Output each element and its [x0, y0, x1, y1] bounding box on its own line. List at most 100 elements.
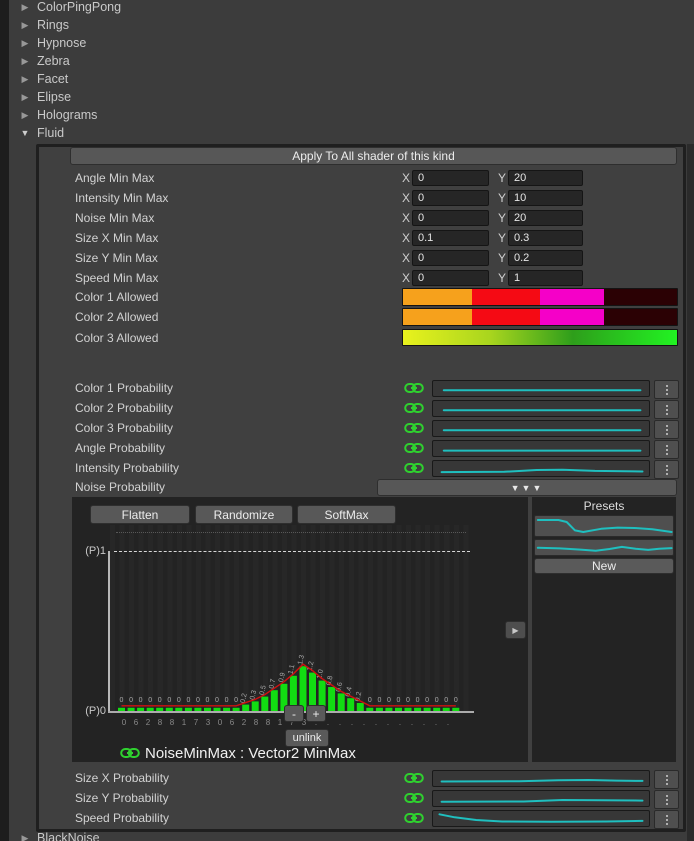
curve-options-menu-button[interactable]	[654, 420, 679, 439]
y-value-input[interactable]	[508, 210, 583, 226]
bar-value-label: 0	[425, 697, 429, 704]
p1-dashed-line	[114, 551, 470, 552]
x-value-input[interactable]	[412, 170, 489, 186]
randomize-button[interactable]: Randomize	[195, 505, 293, 524]
curve-options-menu-button[interactable]	[654, 770, 679, 789]
collapse-curve-editor-button[interactable]: ▼▼▼	[377, 479, 677, 496]
tree-item-label: Hypnose	[37, 36, 86, 50]
tree-item-rings[interactable]: ▶Rings	[20, 16, 69, 34]
foldout-collapsed-icon: ▶	[20, 38, 30, 49]
color2-allowed-gradient[interactable]	[402, 308, 678, 326]
increase-resolution-button[interactable]: +	[306, 705, 326, 722]
probability-curve-preview[interactable]	[432, 380, 650, 397]
color-segment	[540, 289, 604, 305]
tree-item-holograms[interactable]: ▶Holograms	[20, 106, 97, 124]
tree-item-label: BlackNoise	[37, 831, 100, 841]
y-value-input[interactable]	[508, 270, 583, 286]
softmax-button[interactable]: SoftMax	[297, 505, 396, 524]
probability-curve-preview[interactable]	[432, 790, 650, 807]
probability-label: Intensity Probability	[75, 459, 179, 477]
link-icon[interactable]	[404, 811, 424, 825]
link-icon[interactable]	[404, 771, 424, 785]
top-dotted-guide	[116, 532, 466, 533]
x-value-input[interactable]	[412, 270, 489, 286]
y-value-input[interactable]	[508, 170, 583, 186]
probability-curve-preview[interactable]	[432, 460, 650, 477]
link-icon[interactable]	[120, 746, 140, 760]
link-icon[interactable]	[404, 441, 424, 455]
bar-value-label: 0	[368, 697, 372, 704]
kebab-icon	[666, 469, 668, 471]
preset-thumbnail-2[interactable]	[534, 539, 674, 556]
tree-item-zebra[interactable]: ▶Zebra	[20, 52, 70, 70]
link-icon[interactable]	[404, 791, 424, 805]
probability-curve-preview[interactable]	[432, 400, 650, 417]
tree-item-colorpingpong[interactable]: ▶ColorPingPong	[20, 0, 121, 16]
kebab-icon	[666, 799, 668, 801]
probability-curve-preview[interactable]	[432, 440, 650, 457]
histogram-bar[interactable]	[252, 701, 259, 711]
preset-thumbnail-1[interactable]	[534, 515, 674, 537]
decrease-resolution-button[interactable]: -	[284, 705, 304, 722]
kebab-icon	[666, 389, 668, 391]
y-value-input[interactable]	[508, 230, 583, 246]
link-icon[interactable]	[404, 421, 424, 435]
kebab-icon	[666, 449, 668, 451]
bar-value-label: 0	[120, 697, 124, 704]
curve-options-menu-button[interactable]	[654, 790, 679, 809]
histogram-bar[interactable]	[261, 697, 268, 711]
x-value-input[interactable]	[412, 230, 489, 246]
probability-label: Color 3 Probability	[75, 419, 173, 437]
tree-item-fluid[interactable]: ▼Fluid	[20, 124, 64, 142]
tree-item-elipse[interactable]: ▶Elipse	[20, 88, 71, 106]
noise-probability-label: Noise Probability	[75, 478, 165, 496]
histogram-bar[interactable]	[271, 690, 278, 711]
y-value-input[interactable]	[508, 250, 583, 266]
link-icon[interactable]	[404, 461, 424, 475]
y-field-label: Y	[498, 210, 508, 226]
bar-value-label: 0	[387, 697, 391, 704]
link-icon[interactable]	[404, 381, 424, 395]
curve-options-menu-button[interactable]	[654, 810, 679, 829]
histogram-bar[interactable]	[357, 703, 364, 711]
histogram-bar[interactable]	[338, 693, 345, 711]
histogram-bar[interactable]	[347, 698, 354, 711]
probability-curve-preview[interactable]	[432, 810, 650, 827]
expand-right-arrow-button[interactable]: ▶	[505, 621, 526, 639]
x-tick-label: 8	[158, 718, 163, 727]
x-tick-label: .	[351, 718, 353, 727]
tree-item-label: Rings	[37, 18, 69, 32]
bar-value-label: 0	[177, 697, 181, 704]
curve-options-menu-button[interactable]	[654, 460, 679, 479]
probability-label: Color 2 Probability	[75, 399, 173, 417]
flatten-button[interactable]: Flatten	[90, 505, 190, 524]
new-preset-button[interactable]: New	[534, 558, 674, 574]
x-value-input[interactable]	[412, 250, 489, 266]
color1-allowed-gradient[interactable]	[402, 288, 678, 306]
x-value-input[interactable]	[412, 190, 489, 206]
bar-value-label: 1.3	[297, 654, 306, 665]
x-value-input[interactable]	[412, 210, 489, 226]
y-value-input[interactable]	[508, 190, 583, 206]
foldout-collapsed-icon: ▶	[20, 2, 30, 13]
color-segment	[540, 309, 604, 325]
y-field-label: Y	[498, 190, 508, 206]
x-field-label: X	[402, 170, 412, 186]
curve-line	[535, 516, 673, 536]
x-tick-label: .	[375, 718, 377, 727]
probability-curve-preview[interactable]	[432, 420, 650, 437]
y-field-label: Y	[498, 170, 508, 186]
link-icon[interactable]	[404, 401, 424, 415]
curve-options-menu-button[interactable]	[654, 380, 679, 399]
probability-curve-preview[interactable]	[432, 770, 650, 787]
color3-allowed-gradient[interactable]	[402, 329, 678, 346]
apply-to-all-button[interactable]: Apply To All shader of this kind	[70, 147, 677, 165]
tree-item-facet[interactable]: ▶Facet	[20, 70, 68, 88]
histogram-bar[interactable]	[328, 687, 335, 711]
bar-value-label: 0	[129, 697, 133, 704]
bar-value-label: 0	[186, 697, 190, 704]
color2-allowed-label: Color 2 Allowed	[75, 308, 158, 326]
curve-options-menu-button[interactable]	[654, 440, 679, 459]
curve-options-menu-button[interactable]	[654, 400, 679, 419]
tree-item-hypnose[interactable]: ▶ Hypnose	[20, 34, 86, 52]
